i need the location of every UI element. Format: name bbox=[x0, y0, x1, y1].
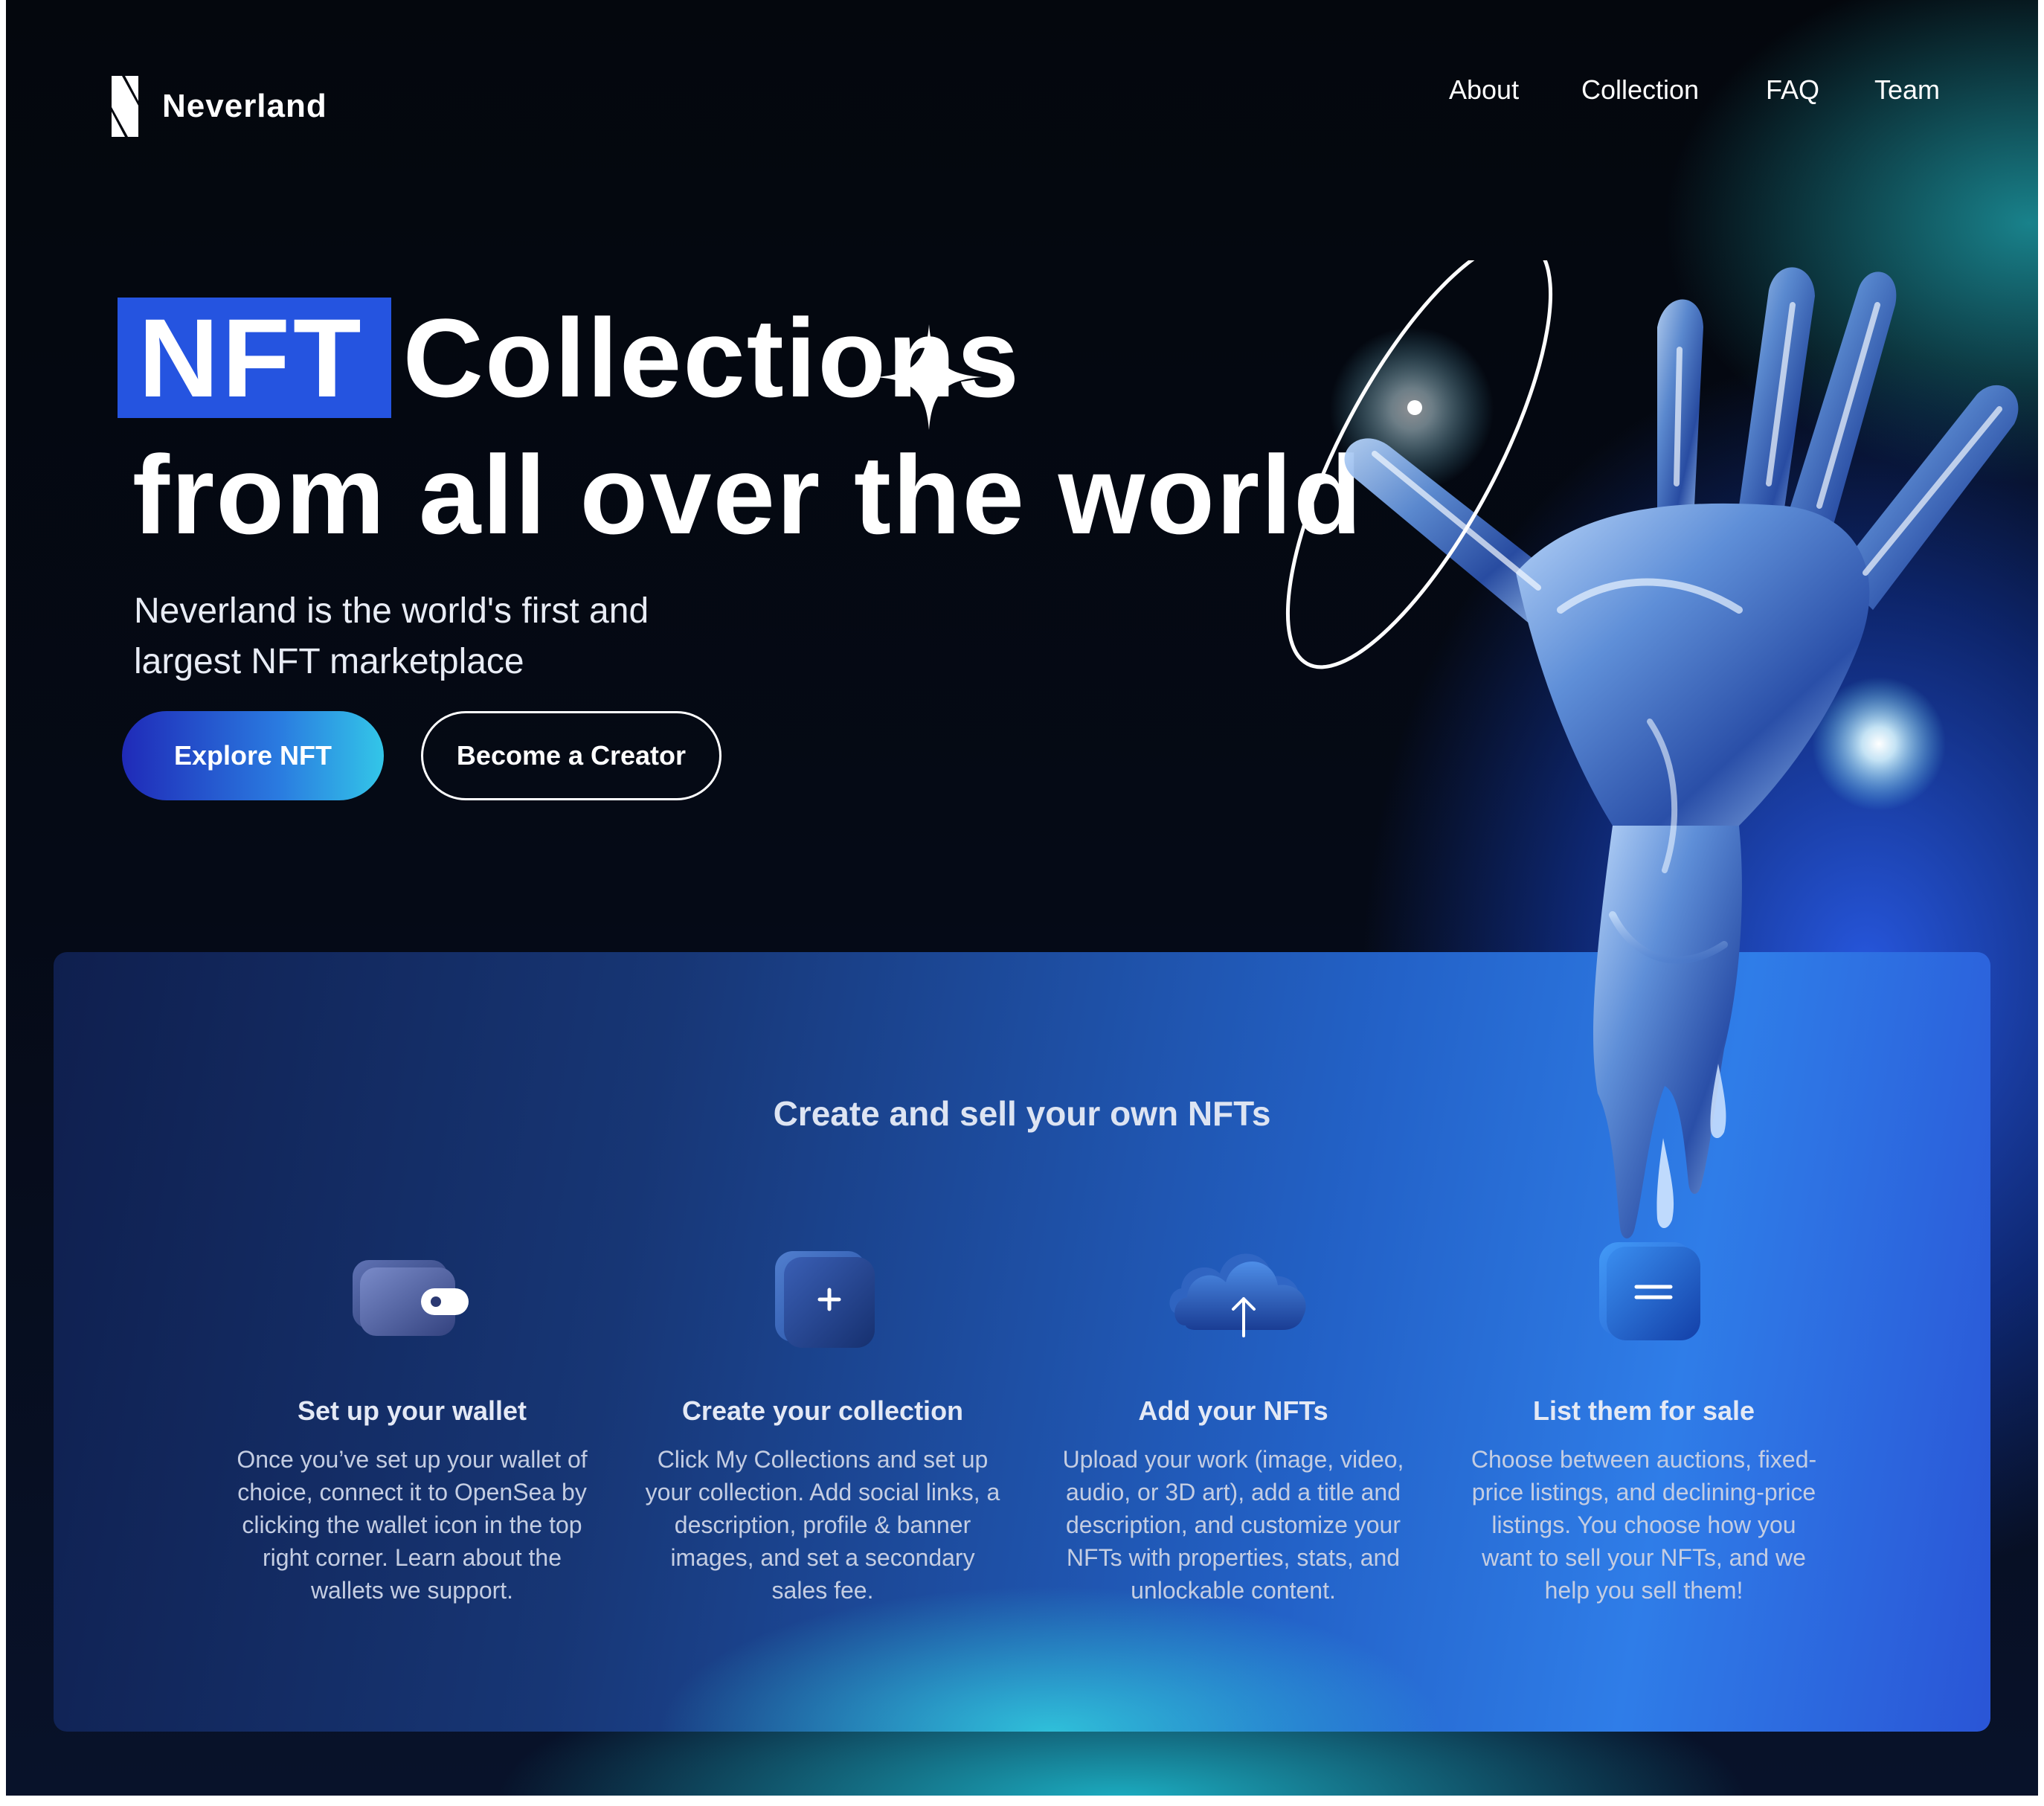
step-card-list-for-sale: List them for sale Choose between auctio… bbox=[1465, 1242, 1822, 1607]
sparkle-icon bbox=[876, 324, 982, 430]
wallet-icon bbox=[234, 1242, 591, 1354]
become-creator-button[interactable]: Become a Creator bbox=[421, 711, 721, 800]
step-card-collection: Create your collection Click My Collecti… bbox=[644, 1242, 1001, 1607]
step-description: Choose between auctions, fixed-price lis… bbox=[1471, 1446, 1817, 1604]
step-description: Once you’ve set up your wallet of choice… bbox=[237, 1446, 588, 1604]
liquid-hand-illustration bbox=[1285, 260, 2019, 1238]
landing-page: Neverland About Collection FAQ Team NFT … bbox=[6, 0, 2038, 1796]
nav-faq[interactable]: FAQ bbox=[1766, 74, 1819, 106]
step-title: List them for sale bbox=[1532, 1395, 1755, 1426]
step-description: Upload your work (image, video, audio, o… bbox=[1062, 1446, 1404, 1604]
step-title: Set up your wallet bbox=[297, 1395, 527, 1426]
add-collection-icon bbox=[644, 1242, 1001, 1354]
hero-title-line2: from all over the world bbox=[132, 432, 1363, 557]
step-title: Create your collection bbox=[681, 1395, 964, 1426]
explore-nft-button[interactable]: Explore NFT bbox=[122, 711, 384, 800]
step-title: Add your NFTs bbox=[1138, 1395, 1328, 1426]
step-description: Click My Collections and set up your col… bbox=[645, 1446, 1000, 1604]
neverland-logo-icon bbox=[112, 76, 138, 137]
brand-logo[interactable]: Neverland bbox=[112, 76, 327, 137]
step-card-wallet: Set up your wallet Once you’ve set up yo… bbox=[234, 1242, 591, 1607]
nav-collection[interactable]: Collection bbox=[1581, 74, 1699, 106]
hero-highlight: NFT bbox=[118, 298, 391, 418]
nav-team[interactable]: Team bbox=[1874, 74, 1940, 106]
nav-about[interactable]: About bbox=[1449, 74, 1519, 106]
hero-subtitle: Neverland is the world's first and large… bbox=[134, 591, 649, 681]
brand-name: Neverland bbox=[162, 88, 327, 124]
step-card-add-nfts: Add your NFTs Upload your work (image, v… bbox=[1055, 1242, 1412, 1607]
